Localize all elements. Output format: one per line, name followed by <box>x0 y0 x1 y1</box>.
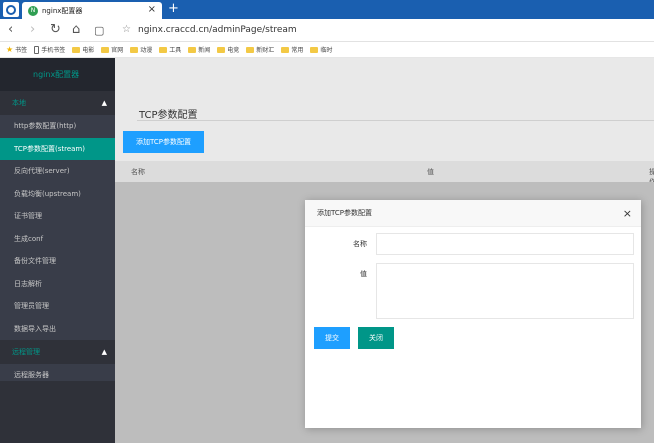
dialog-title: 添加TCP参数配置 <box>317 209 372 217</box>
sidebar-item-cert[interactable]: 证书管理 <box>0 205 115 228</box>
caret-up-icon: ▲ <box>101 99 107 107</box>
bookmark-item[interactable]: 工具 <box>159 45 181 54</box>
folder-icon <box>217 46 226 53</box>
mobile-icon <box>34 45 40 54</box>
caret-up-icon: ▲ <box>101 348 107 356</box>
address-bar: ‹ › ↻ ⌂ ▢ ☆ nginx.craccd.cn/adminPage/st… <box>0 19 654 42</box>
bookmark-item[interactable]: 新闻 <box>188 45 210 54</box>
bookmark-item[interactable]: 新财汇 <box>246 45 274 54</box>
bookmark-item[interactable]: 常用 <box>281 45 303 54</box>
close-button[interactable]: 关闭 <box>358 327 394 349</box>
sidebar-item-import-export[interactable]: 数据导入导出 <box>0 318 115 341</box>
home-icon[interactable]: ⌂ <box>72 22 80 37</box>
group-title: 远程管理 <box>12 348 40 356</box>
bookmark-item[interactable]: ★ 书签 <box>6 45 27 54</box>
folder-icon <box>246 46 255 53</box>
folder-icon <box>72 46 81 53</box>
bookmark-item[interactable]: 电影 <box>72 45 94 54</box>
bookmark-star-icon[interactable]: ☆ <box>122 24 131 35</box>
column-header-value: 值 <box>427 168 434 176</box>
browser-tab[interactable]: N nginx配置器 × <box>22 2 162 19</box>
bookmark-item[interactable]: 临时 <box>310 45 332 54</box>
bookmark-item[interactable]: 动漫 <box>130 45 152 54</box>
name-label: 名称 <box>353 240 367 248</box>
folder-icon <box>310 46 319 53</box>
sidebar-item-backup[interactable]: 备份文件管理 <box>0 250 115 273</box>
table-header: 名称 值 操作 <box>115 161 654 186</box>
forward-icon[interactable]: › <box>30 22 35 37</box>
folder-icon <box>101 46 110 53</box>
add-config-dialog: 添加TCP参数配置 × 名称 值 提交 关闭 <box>305 200 641 428</box>
tab-title: nginx配置器 <box>42 6 83 15</box>
sidebar-group-local[interactable]: 本地 ▲ <box>0 91 115 115</box>
sidebar-item-admin[interactable]: 管理员管理 <box>0 295 115 318</box>
bookmark-item[interactable]: 手机书签 <box>34 45 65 54</box>
page-title: TCP参数配置 <box>139 110 198 121</box>
sidebar-item-stream[interactable]: TCP参数配置(stream) <box>0 137 115 160</box>
close-icon[interactable]: × <box>623 207 632 220</box>
star-icon: ★ <box>6 45 14 54</box>
value-label: 值 <box>360 270 367 278</box>
sidebar-footer <box>0 381 115 443</box>
bookmark-item[interactable]: 官网 <box>101 45 123 54</box>
nginx-favicon-icon: N <box>28 5 38 16</box>
sidebar-item-upstream[interactable]: 负载均衡(upstream) <box>0 183 115 206</box>
url-input[interactable]: nginx.craccd.cn/adminPage/stream <box>138 25 297 35</box>
add-tcp-config-button[interactable]: 添加TCP参数配置 <box>123 131 204 153</box>
name-input[interactable] <box>376 233 634 255</box>
group-title: 本地 <box>12 99 26 107</box>
back-icon[interactable]: ‹ <box>8 22 13 37</box>
sidebar-item-conf[interactable]: 生成conf <box>0 228 115 251</box>
browser-tab-bar: N nginx配置器 × + <box>0 0 654 19</box>
sidebar-item-server[interactable]: 反向代理(server) <box>0 160 115 183</box>
sidebar: nginx配置器 本地 ▲ http参数配置(http) TCP参数配置(str… <box>0 58 115 443</box>
browser-logo-icon <box>3 2 19 17</box>
dialog-header: 添加TCP参数配置 × <box>305 200 641 227</box>
column-header-name: 名称 <box>131 168 145 176</box>
folder-icon <box>188 46 197 53</box>
new-tab-button[interactable]: + <box>168 1 179 16</box>
submit-button[interactable]: 提交 <box>314 327 350 349</box>
reload-icon[interactable]: ↻ <box>50 22 61 37</box>
folder-icon <box>130 46 139 53</box>
divider <box>137 120 654 121</box>
sidebar-item-http[interactable]: http参数配置(http) <box>0 115 115 138</box>
tab-close-icon[interactable]: × <box>148 4 156 15</box>
sidebar-item-log[interactable]: 日志解析 <box>0 273 115 296</box>
folder-icon <box>159 46 168 53</box>
sidebar-group-remote[interactable]: 远程管理 ▲ <box>0 340 115 364</box>
logo: nginx配置器 <box>0 58 115 91</box>
folder-icon <box>281 46 290 53</box>
bookmarks-bar: ★ 书签 手机书签 电影 官网 动漫 工具 新闻 电竞 新财汇 常用 临时 <box>0 42 654 58</box>
bookmark-item[interactable]: 电竞 <box>217 45 239 54</box>
reader-icon[interactable]: ▢ <box>94 24 104 37</box>
value-textarea[interactable] <box>376 263 634 319</box>
